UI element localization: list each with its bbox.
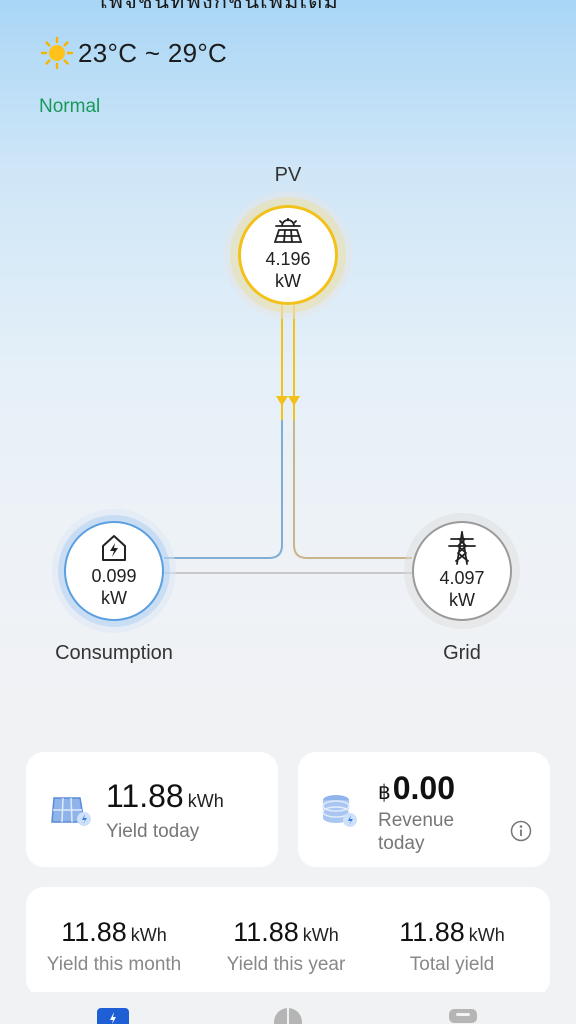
total-yield-unit: kWh bbox=[468, 925, 505, 945]
pv-power-value: 4.196 bbox=[265, 249, 311, 269]
yield-year-unit: kWh bbox=[302, 925, 339, 945]
info-icon[interactable] bbox=[510, 820, 532, 842]
yield-today-label: Yield today bbox=[106, 821, 200, 842]
revenue-today-label-line2: today bbox=[378, 833, 425, 854]
sun-icon bbox=[40, 36, 74, 70]
revenue-today-value: 0.00 bbox=[392, 770, 456, 806]
revenue-today-label-line1: Revenue bbox=[378, 810, 455, 831]
pv-label: PV bbox=[274, 164, 302, 186]
coin-stack-icon bbox=[322, 795, 357, 827]
top-clipped-text: เพจชันทีฟังก์ชันเพิ่มเติม bbox=[100, 0, 480, 8]
yield-today-card[interactable]: 11.88 kWh Yield today bbox=[26, 752, 278, 867]
pv-node[interactable]: 4.196 kW bbox=[238, 205, 338, 305]
total-yield-label: Total yield bbox=[409, 954, 495, 975]
solar-module-icon bbox=[51, 797, 91, 826]
consumption-power-value: 0.099 bbox=[91, 566, 137, 586]
currency-symbol: ฿ bbox=[378, 782, 391, 804]
weather-row: 23°C ~ 29°C bbox=[40, 36, 227, 70]
device-icon bbox=[449, 1009, 477, 1023]
nav-tab-devices[interactable] bbox=[448, 1008, 478, 1024]
lightning-icon bbox=[110, 1012, 116, 1024]
pie-chart-icon bbox=[274, 1008, 302, 1024]
plant-status: Normal bbox=[39, 96, 101, 117]
temperature-range: 23°C ~ 29°C bbox=[78, 37, 228, 68]
revenue-today-card[interactable]: ฿0.00 Revenue today bbox=[298, 752, 550, 867]
power-tower-icon bbox=[448, 531, 476, 565]
yield-year-value: 11.88 bbox=[233, 917, 299, 947]
grid-power-value: 4.097 bbox=[439, 568, 485, 588]
total-yield-item[interactable]: 11.88 kWh Total yield bbox=[364, 917, 540, 976]
yield-year-label: Yield this year bbox=[226, 954, 346, 975]
house-lightning-icon bbox=[102, 535, 126, 561]
yield-month-unit: kWh bbox=[130, 925, 167, 945]
grid-power-unit: kW bbox=[449, 590, 475, 610]
yield-totals-card: 11.88 kWh Yield this month 11.88 kWh Yield… bbox=[26, 887, 550, 997]
nav-tab-statistics[interactable] bbox=[272, 1006, 304, 1024]
solar-panel-icon bbox=[273, 218, 303, 243]
bottom-nav bbox=[0, 992, 576, 1024]
grid-node[interactable]: 4.097 kW bbox=[412, 521, 512, 621]
yield-month-value: 11.88 bbox=[61, 917, 127, 947]
yield-today-unit: kWh bbox=[187, 791, 224, 811]
consumption-power-unit: kW bbox=[101, 588, 127, 608]
consumption-node[interactable]: 0.099 kW bbox=[64, 521, 164, 621]
pv-power-unit: kW bbox=[275, 271, 301, 291]
consumption-label: Consumption bbox=[55, 642, 173, 664]
yield-month-item[interactable]: 11.88 kWh Yield this month bbox=[26, 917, 202, 976]
yield-year-item[interactable]: 11.88 kWh Yield this year bbox=[198, 917, 374, 976]
total-yield-value: 11.88 bbox=[399, 917, 465, 947]
grid-label: Grid bbox=[443, 642, 481, 664]
yield-month-label: Yield this month bbox=[46, 954, 182, 975]
yield-today-value: 11.88 bbox=[106, 778, 184, 814]
nav-tab-overview[interactable] bbox=[97, 1008, 129, 1024]
